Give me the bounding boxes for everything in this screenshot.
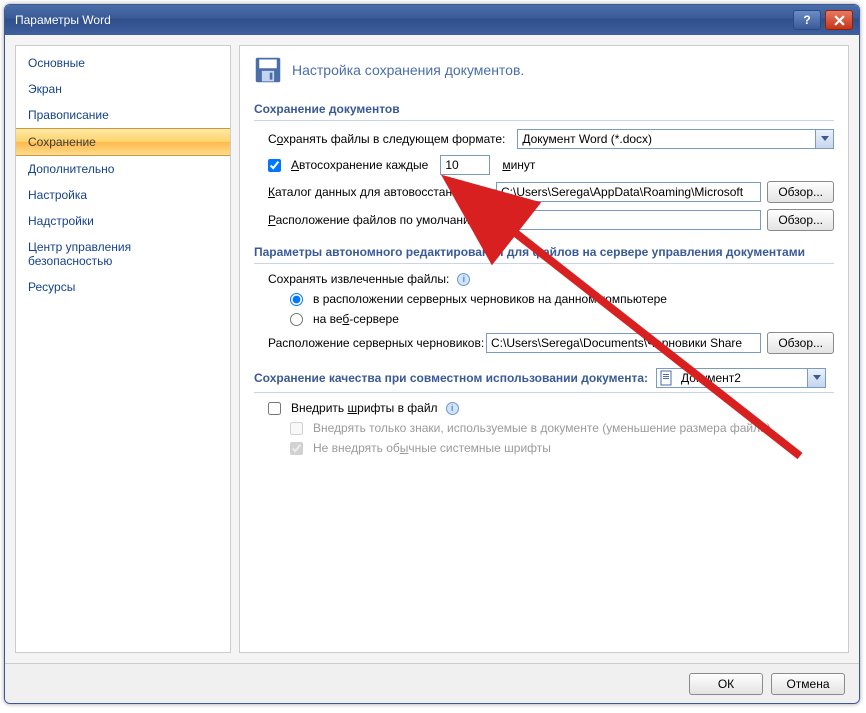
- row-embed-subset: Внедрять только знаки, используемые в до…: [254, 421, 834, 435]
- sidebar-item-resources[interactable]: Ресурсы: [16, 274, 230, 300]
- row-save-checked-out: Сохранять извлеченные файлы: i: [254, 272, 834, 286]
- sidebar-item-customize[interactable]: Настройка: [16, 182, 230, 208]
- help-button[interactable]: ?: [793, 10, 821, 30]
- draft-server-label: на веб-сервере: [313, 312, 399, 326]
- dialog-body: Основные Экран Правописание Сохранение Д…: [5, 35, 859, 663]
- save-format-label: Сохранять файлы в следующем формате:: [268, 132, 505, 146]
- server-drafts-input[interactable]: [486, 333, 761, 353]
- chevron-down-icon: [815, 130, 833, 148]
- server-drafts-label: Расположение серверных черновиков:: [268, 336, 480, 350]
- page-heading-text: Настройка сохранения документов.: [292, 62, 524, 78]
- save-checked-out-label: Сохранять извлеченные файлы:: [268, 272, 449, 286]
- section-fidelity-title: Сохранение качества при совместном испол…: [254, 364, 834, 393]
- cancel-button[interactable]: Отмена: [771, 673, 845, 695]
- sidebar-item-display[interactable]: Экран: [16, 76, 230, 102]
- close-icon: [834, 15, 845, 26]
- row-draft-location-server: на веб-сервере: [254, 312, 834, 326]
- save-icon: [254, 56, 282, 84]
- draft-local-label: в расположении серверных черновиков на д…: [313, 292, 667, 306]
- titlebar-buttons: ?: [793, 10, 853, 30]
- no-system-fonts-checkbox: [290, 442, 303, 455]
- recovery-location-label: Каталог данных для автовосстановления:: [268, 185, 490, 199]
- sidebar-item-save[interactable]: Сохранение: [16, 128, 230, 156]
- no-system-fonts-label: Не внедрять обычные системные шрифты: [313, 441, 551, 455]
- row-autosave: Автосохранение каждые минут: [254, 155, 834, 175]
- dialog-footer: ОК Отмена: [5, 663, 859, 703]
- section-save-documents-title: Сохранение документов: [254, 98, 834, 121]
- autosave-interval-input[interactable]: [440, 155, 490, 175]
- chevron-down-icon: [807, 369, 825, 387]
- default-location-label: Расположение файлов по умолчанию:: [268, 213, 490, 227]
- sidebar-item-trustcenter[interactable]: Центр управления безопасностью: [16, 234, 230, 274]
- save-format-combo[interactable]: Документ Word (*.docx): [517, 129, 834, 149]
- document-icon: [659, 370, 675, 386]
- dialog-window: Параметры Word ? Основные Экран Правопис…: [4, 4, 860, 704]
- window-title: Параметры Word: [15, 13, 793, 27]
- section-offline-title: Параметры автономного редактирования для…: [254, 241, 834, 264]
- sidebar-item-addins[interactable]: Надстройки: [16, 208, 230, 234]
- autosave-label: Автосохранение каждые: [291, 158, 428, 172]
- default-location-browse-button[interactable]: Обзор...: [767, 209, 834, 231]
- row-embed-fonts: Внедрить шрифты в файл i: [254, 401, 834, 415]
- info-icon[interactable]: i: [457, 273, 470, 286]
- autosave-checkbox[interactable]: [268, 159, 281, 172]
- row-draft-location-local: в расположении серверных черновиков на д…: [254, 292, 834, 306]
- sidebar-item-proofing[interactable]: Правописание: [16, 102, 230, 128]
- sidebar-item-general[interactable]: Основные: [16, 50, 230, 76]
- server-drafts-browse-button[interactable]: Обзор...: [767, 332, 834, 354]
- row-recovery-location: Каталог данных для автовосстановления: О…: [254, 181, 834, 203]
- embed-fonts-label: Внедрить шрифты в файл: [291, 401, 438, 415]
- sidebar-item-advanced[interactable]: Дополнительно: [16, 156, 230, 182]
- titlebar: Параметры Word ?: [5, 5, 859, 35]
- page-heading: Настройка сохранения документов.: [254, 56, 834, 84]
- recovery-location-input[interactable]: [496, 182, 761, 202]
- fidelity-doc-combo[interactable]: Документ2: [656, 368, 826, 388]
- row-no-system-fonts: Не внедрять обычные системные шрифты: [254, 441, 834, 455]
- main-panel: Настройка сохранения документов. Сохране…: [239, 45, 849, 653]
- default-location-input[interactable]: [496, 210, 761, 230]
- embed-subset-label: Внедрять только знаки, используемые в до…: [313, 421, 771, 435]
- draft-server-radio[interactable]: [290, 313, 303, 326]
- category-sidebar: Основные Экран Правописание Сохранение Д…: [15, 45, 231, 653]
- embed-fonts-checkbox[interactable]: [268, 402, 281, 415]
- autosave-unit: минут: [502, 158, 535, 172]
- embed-subset-checkbox: [290, 422, 303, 435]
- row-server-drafts: Расположение серверных черновиков: Обзор…: [254, 332, 834, 354]
- recovery-browse-button[interactable]: Обзор...: [767, 181, 834, 203]
- close-button[interactable]: [825, 10, 853, 30]
- row-default-location: Расположение файлов по умолчанию: Обзор.…: [254, 209, 834, 231]
- ok-button[interactable]: ОК: [689, 673, 763, 695]
- info-icon[interactable]: i: [446, 402, 459, 415]
- row-save-format: Сохранять файлы в следующем формате: Док…: [254, 129, 834, 149]
- draft-local-radio[interactable]: [290, 293, 303, 306]
